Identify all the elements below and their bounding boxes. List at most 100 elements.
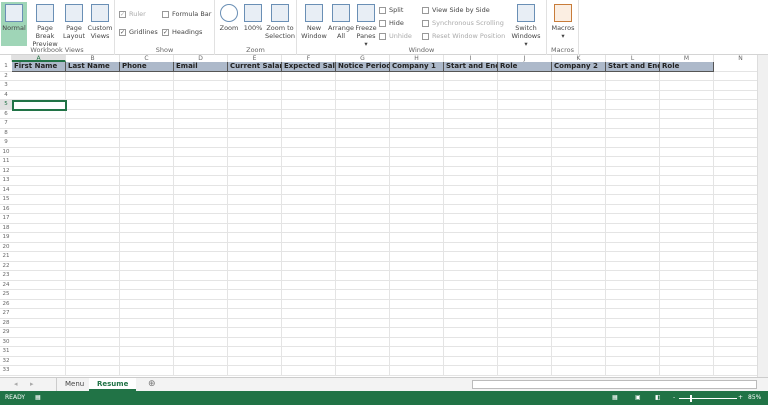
header-cell[interactable]: First Name bbox=[12, 62, 66, 72]
cell[interactable] bbox=[714, 357, 757, 366]
cell[interactable] bbox=[660, 347, 714, 357]
cell[interactable] bbox=[336, 356, 390, 366]
cell[interactable] bbox=[714, 205, 757, 214]
cell[interactable] bbox=[120, 328, 174, 338]
cell[interactable] bbox=[390, 223, 444, 233]
cell[interactable] bbox=[66, 138, 120, 148]
cell[interactable] bbox=[444, 366, 498, 376]
cell[interactable] bbox=[660, 119, 714, 129]
cell[interactable] bbox=[336, 280, 390, 290]
cell[interactable] bbox=[282, 223, 336, 233]
cell[interactable] bbox=[174, 176, 228, 186]
switch-windows-button[interactable]: Switch Windows ▾ bbox=[509, 2, 543, 48]
cell[interactable] bbox=[498, 119, 552, 129]
cell[interactable] bbox=[120, 100, 174, 110]
cell[interactable] bbox=[282, 128, 336, 138]
cell[interactable] bbox=[660, 328, 714, 338]
cell[interactable] bbox=[66, 223, 120, 233]
cell[interactable] bbox=[12, 90, 66, 100]
cell[interactable] bbox=[552, 214, 606, 224]
cell[interactable] bbox=[336, 223, 390, 233]
cell[interactable] bbox=[12, 242, 66, 252]
cell[interactable] bbox=[498, 71, 552, 81]
cell[interactable] bbox=[552, 223, 606, 233]
cell[interactable] bbox=[498, 299, 552, 309]
cell[interactable] bbox=[390, 109, 444, 119]
cell[interactable] bbox=[498, 109, 552, 119]
cell[interactable] bbox=[606, 233, 660, 243]
cell[interactable] bbox=[444, 185, 498, 195]
cell[interactable] bbox=[390, 138, 444, 148]
cell[interactable] bbox=[282, 356, 336, 366]
cell[interactable] bbox=[336, 119, 390, 129]
cell[interactable] bbox=[660, 138, 714, 148]
cell[interactable] bbox=[282, 147, 336, 157]
reset-window-position-button[interactable]: Reset Window Position bbox=[422, 32, 505, 40]
row-header[interactable]: 1 bbox=[0, 62, 12, 72]
normal-view-button[interactable]: Normal bbox=[1, 2, 27, 46]
column-header[interactable]: C bbox=[120, 55, 174, 62]
cell[interactable] bbox=[120, 366, 174, 376]
cell[interactable] bbox=[174, 138, 228, 148]
cell[interactable] bbox=[174, 195, 228, 205]
row-header[interactable]: 6 bbox=[0, 109, 12, 119]
cell[interactable] bbox=[282, 71, 336, 81]
cell[interactable] bbox=[336, 299, 390, 309]
zoom-slider[interactable]: - + bbox=[673, 391, 743, 405]
cell[interactable] bbox=[390, 185, 444, 195]
cell[interactable] bbox=[282, 309, 336, 319]
cell[interactable] bbox=[552, 252, 606, 262]
split-button[interactable]: Split bbox=[379, 6, 403, 14]
cell[interactable] bbox=[228, 223, 282, 233]
cell[interactable] bbox=[12, 290, 66, 300]
cell[interactable] bbox=[228, 309, 282, 319]
cell[interactable] bbox=[120, 90, 174, 100]
cell[interactable] bbox=[444, 100, 498, 110]
cell[interactable] bbox=[282, 252, 336, 262]
cell[interactable] bbox=[552, 109, 606, 119]
cell[interactable] bbox=[498, 328, 552, 338]
header-cell[interactable]: Phone bbox=[120, 62, 174, 72]
row-header[interactable]: 22 bbox=[0, 261, 12, 271]
row-header[interactable]: 11 bbox=[0, 157, 12, 167]
cell[interactable] bbox=[120, 233, 174, 243]
row-header[interactable]: 2 bbox=[0, 71, 12, 81]
cell[interactable] bbox=[120, 166, 174, 176]
header-cell[interactable]: Company 1 bbox=[390, 62, 444, 72]
cell[interactable] bbox=[390, 299, 444, 309]
cell[interactable] bbox=[66, 252, 120, 262]
cell[interactable] bbox=[606, 223, 660, 233]
cell[interactable] bbox=[174, 271, 228, 281]
cell[interactable] bbox=[552, 347, 606, 357]
selected-cell[interactable] bbox=[12, 100, 67, 111]
sheet-tab-resume[interactable]: Resume bbox=[89, 378, 137, 391]
cell[interactable] bbox=[66, 128, 120, 138]
cell[interactable] bbox=[606, 366, 660, 376]
cell[interactable] bbox=[660, 309, 714, 319]
cell[interactable] bbox=[12, 223, 66, 233]
cell[interactable] bbox=[552, 176, 606, 186]
cell[interactable] bbox=[552, 328, 606, 338]
cell[interactable] bbox=[228, 347, 282, 357]
cell[interactable] bbox=[336, 185, 390, 195]
row-header[interactable]: 12 bbox=[0, 166, 12, 176]
row-header[interactable]: 27 bbox=[0, 309, 12, 319]
row-header[interactable]: 30 bbox=[0, 337, 12, 347]
cell[interactable] bbox=[552, 185, 606, 195]
cell[interactable] bbox=[174, 261, 228, 271]
cell[interactable] bbox=[606, 242, 660, 252]
cell[interactable] bbox=[714, 252, 757, 262]
cell[interactable] bbox=[174, 280, 228, 290]
cell[interactable] bbox=[66, 280, 120, 290]
row-header[interactable]: 16 bbox=[0, 204, 12, 214]
cell[interactable] bbox=[282, 195, 336, 205]
cell[interactable] bbox=[444, 223, 498, 233]
cell[interactable] bbox=[282, 90, 336, 100]
cell[interactable] bbox=[444, 299, 498, 309]
cell[interactable] bbox=[336, 147, 390, 157]
cell[interactable] bbox=[390, 90, 444, 100]
cell[interactable] bbox=[12, 81, 66, 91]
cell[interactable] bbox=[606, 261, 660, 271]
cell[interactable] bbox=[336, 252, 390, 262]
cell[interactable] bbox=[66, 166, 120, 176]
